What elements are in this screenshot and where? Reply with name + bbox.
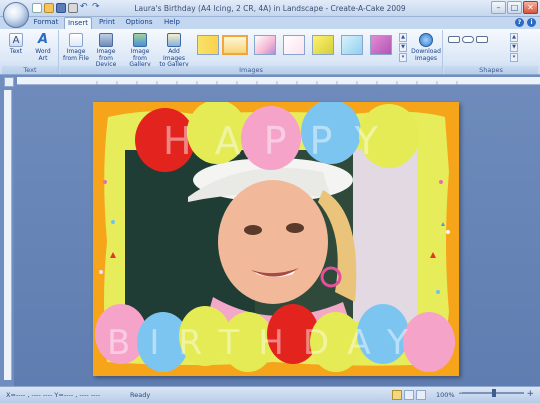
window-title: Laura's Birthday (A4 Icing, 2 CR, 4A) in…: [134, 4, 406, 13]
minimize-button[interactable]: –: [491, 1, 506, 14]
capsule-shape-icon[interactable]: [462, 36, 474, 43]
image-from-gallery-button[interactable]: Image from Gallery: [124, 33, 156, 69]
gallery-thumbnail-7[interactable]: [370, 35, 392, 55]
status-text: Ready: [130, 391, 151, 399]
view-normal-icon[interactable]: [392, 390, 402, 400]
tab-print[interactable]: Print: [95, 17, 119, 29]
gallery-scroll-down-icon[interactable]: ▼: [399, 43, 407, 52]
view-layout-icon[interactable]: [404, 390, 414, 400]
close-button[interactable]: ✕: [523, 1, 538, 14]
zoom-out-icon[interactable]: −: [458, 389, 466, 399]
view-fit-icon[interactable]: [416, 390, 426, 400]
gallery-icon: [133, 33, 147, 47]
tab-help[interactable]: Help: [160, 17, 184, 29]
word-art-icon: A: [37, 32, 49, 47]
zoom-in-icon[interactable]: +: [526, 389, 534, 399]
ruler-corner[interactable]: [4, 77, 14, 87]
image-from-device-button[interactable]: Image from Device: [91, 33, 121, 69]
text-icon: A: [9, 33, 23, 47]
shapes-scroll-down-icon[interactable]: ▼: [510, 43, 518, 52]
coordinates-readout: X=---- , ---- ---- Y=---- , ---- ----: [6, 391, 101, 399]
gallery-thumbnail-4[interactable]: [283, 35, 305, 55]
cake-design-canvas[interactable]: HAPPY BIRTHDAY: [93, 102, 459, 376]
file-image-icon: [69, 33, 83, 47]
title-bar: ↶ ↷ Laura's Birthday (A4 Icing, 2 CR, 4A…: [0, 0, 540, 28]
gallery-thumbnail-5[interactable]: [312, 35, 334, 55]
info-icon[interactable]: i: [527, 18, 536, 27]
help-icon[interactable]: ?: [515, 18, 524, 27]
office-button[interactable]: [3, 2, 29, 28]
add-gallery-icon: [167, 33, 181, 47]
gallery-thumbnail-2[interactable]: [222, 35, 248, 55]
ribbon-tabs: Format Insert Print Options Help ? i: [0, 17, 540, 29]
maximize-button[interactable]: □: [507, 1, 522, 14]
gallery-scroll: ▲ ▼ ▾: [399, 33, 407, 62]
group-label-shapes: Shapes: [444, 66, 538, 74]
gallery-more-icon[interactable]: ▾: [399, 53, 407, 62]
shapes-more-icon[interactable]: ▾: [510, 53, 518, 62]
zoom-level: 100%: [436, 391, 455, 399]
status-bar: X=---- , ---- ---- Y=---- , ---- ---- Re…: [0, 386, 540, 403]
horizontal-ruler: [17, 77, 540, 85]
girl-face: [218, 180, 328, 304]
camera-icon: [99, 33, 113, 47]
zoom-slider-knob[interactable]: [492, 389, 496, 397]
vertical-ruler: [4, 90, 12, 380]
word-art-button[interactable]: A Word Art: [30, 33, 56, 62]
tab-options[interactable]: Options: [122, 17, 156, 29]
group-label-images: Images: [60, 66, 442, 74]
top-balloons: HAPPY: [135, 102, 419, 172]
ribbon: A Text A Word Art Text Image from File I…: [0, 29, 540, 75]
group-images: Image from File Image from Device Image …: [60, 30, 443, 74]
gallery-thumbnail-6[interactable]: [341, 35, 363, 55]
gallery-thumbnail-3[interactable]: [254, 35, 276, 55]
download-images-button[interactable]: Download Images: [410, 33, 442, 62]
banner-top-text: HAPPY: [163, 119, 401, 163]
text-button[interactable]: A Text: [5, 33, 27, 56]
banner-bottom-text: BIRTHDAY: [107, 323, 427, 363]
tab-format[interactable]: Format: [30, 17, 62, 29]
shapes-scroll-up-icon[interactable]: ▲: [510, 33, 518, 42]
add-images-to-gallery-button[interactable]: Add Images to Gallery: [157, 33, 191, 69]
image-from-file-button[interactable]: Image from File: [62, 33, 90, 62]
download-icon: [419, 33, 433, 47]
gallery-scroll-up-icon[interactable]: ▲: [399, 33, 407, 42]
zoom-slider[interactable]: [462, 389, 524, 397]
rect-shape-icon[interactable]: [476, 36, 488, 43]
group-label-text: Text: [2, 66, 58, 74]
rounded-rect-shape-icon[interactable]: [448, 36, 460, 43]
group-text: A Text A Word Art Text: [2, 30, 59, 74]
group-shapes: ▲ ▼ ▾ Shapes: [444, 30, 538, 74]
gallery-thumbnail-1[interactable]: [197, 35, 219, 55]
tab-insert[interactable]: Insert: [64, 17, 92, 29]
shapes-scroll: ▲ ▼ ▾: [510, 33, 518, 62]
